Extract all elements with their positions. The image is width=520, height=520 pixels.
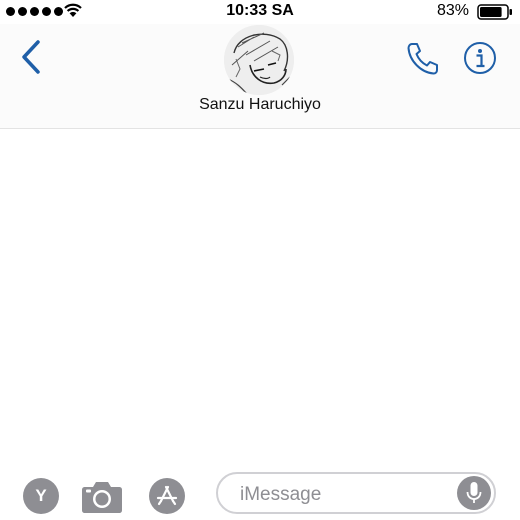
message-input[interactable] — [238, 481, 452, 509]
chevron-left-icon — [22, 40, 40, 74]
back-button[interactable] — [16, 38, 46, 76]
app-store-icon — [156, 485, 178, 506]
dictation-button[interactable] — [457, 476, 491, 510]
composer-toolbar: Y — [0, 459, 520, 520]
contact-avatar[interactable] — [224, 25, 294, 95]
microphone-icon — [466, 482, 482, 503]
avatar-sketch-image — [224, 25, 294, 95]
y-app-button[interactable]: Y — [23, 478, 59, 514]
info-icon — [464, 42, 496, 74]
call-button[interactable] — [405, 40, 439, 76]
battery-percentage: 83% — [437, 2, 470, 19]
conversation-header: Sanzu Haruchiyo — [0, 24, 520, 129]
message-input-field[interactable] — [216, 472, 496, 514]
battery-icon — [477, 4, 512, 20]
info-button[interactable] — [463, 41, 497, 75]
contact-name[interactable]: Sanzu Haruchiyo — [0, 96, 520, 114]
message-thread[interactable] — [0, 129, 520, 459]
camera-button[interactable] — [81, 478, 123, 514]
camera-icon — [82, 482, 122, 513]
phone-icon — [407, 43, 438, 75]
app-store-button[interactable] — [149, 478, 185, 514]
y-button-label: Y — [35, 486, 47, 505]
status-bar: 10:33 SA 83% — [0, 0, 520, 24]
